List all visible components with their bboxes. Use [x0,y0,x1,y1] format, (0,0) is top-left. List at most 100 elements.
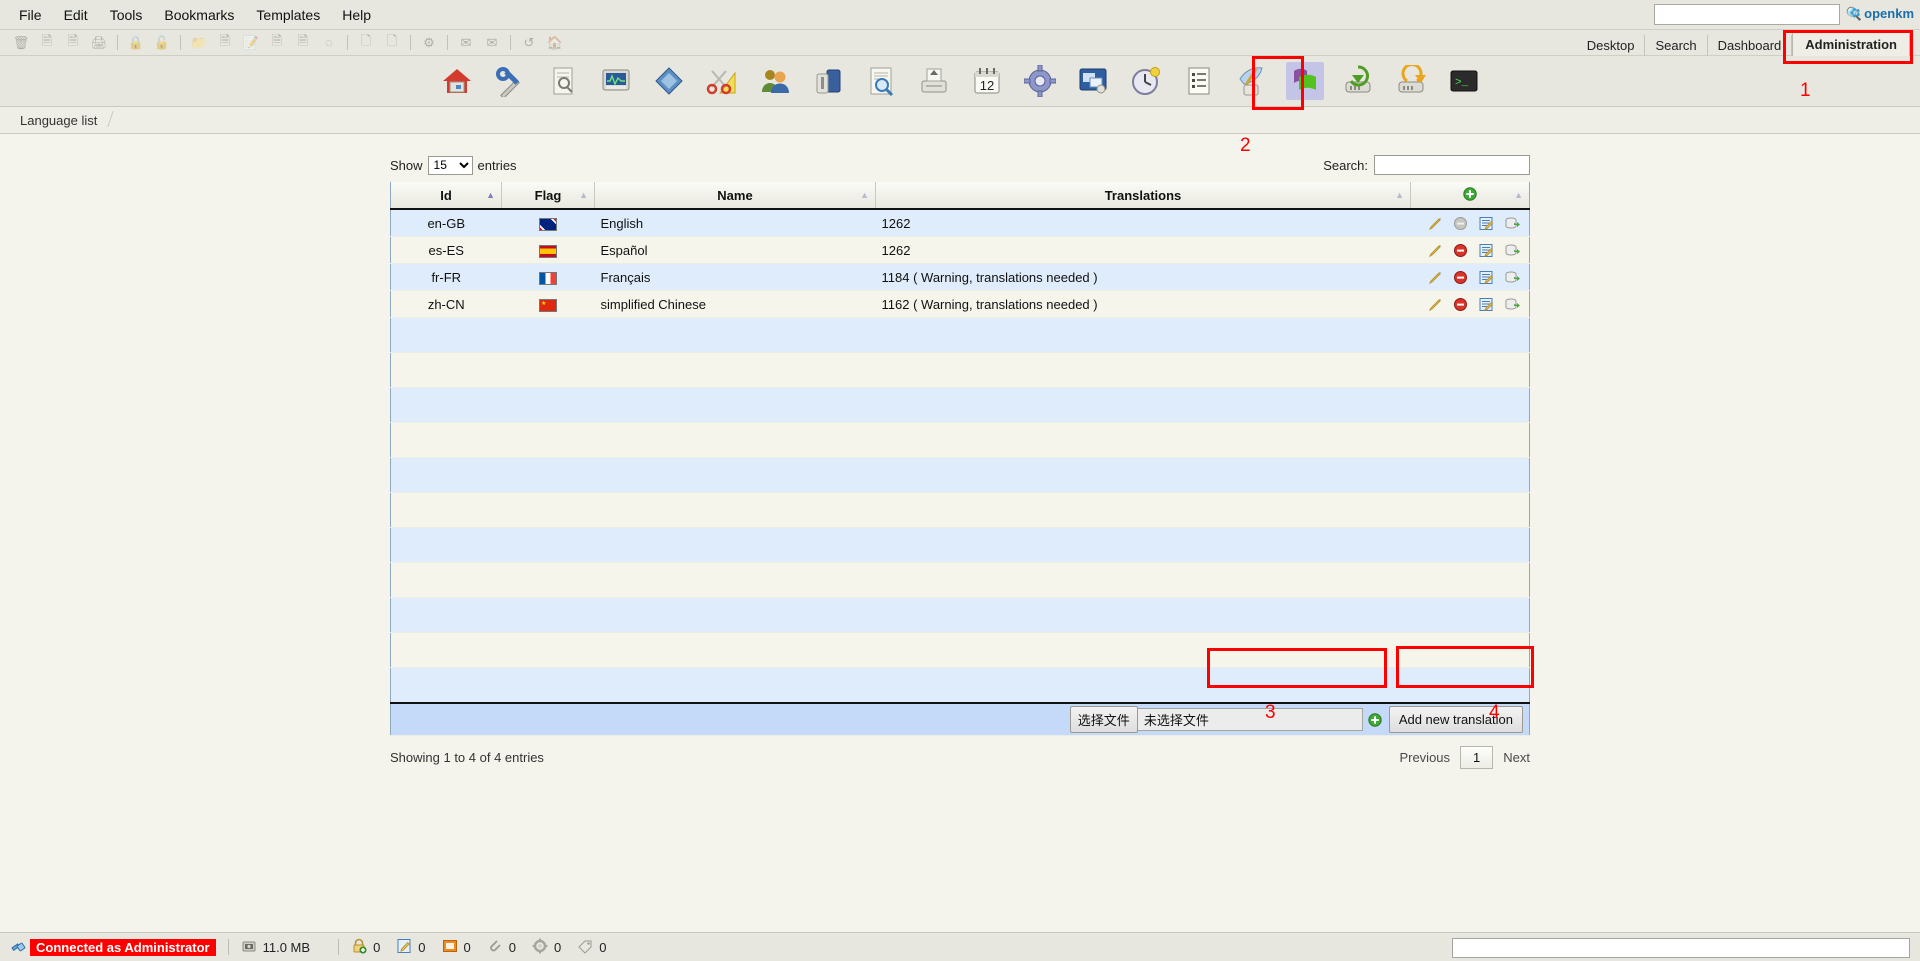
activity-monitor-icon[interactable] [597,62,635,100]
document-move-icon[interactable]: 🗎 [292,33,314,53]
edit-pencil-icon[interactable] [1424,215,1446,231]
table-row-empty [390,352,1530,388]
document-delete-icon[interactable]: ◌ [318,33,340,53]
menu-item-bookmarks[interactable]: Bookmarks [153,4,245,26]
edit-pencil-icon[interactable] [1424,296,1446,312]
config-gear-icon[interactable] [1021,62,1059,100]
users-group-icon[interactable] [756,62,794,100]
cell-name: Français [594,263,876,291]
settings-gear-icon[interactable]: ⚙ [418,33,440,53]
language-translation-icon[interactable] [1285,62,1324,100]
status-bar-input[interactable] [1452,938,1910,958]
column-header-translations[interactable]: Translations ▲ [875,182,1411,210]
search-folder-icon[interactable]: 🗑 [10,33,32,53]
record-remove-icon[interactable]: 🗋 [381,33,403,53]
calendar-icon[interactable]: 12 [968,62,1006,100]
menu-item-help[interactable]: Help [331,4,382,26]
home-icon[interactable] [438,62,476,100]
export-database-icon[interactable] [1501,269,1523,285]
document-add-icon[interactable]: 🗎 [214,33,236,53]
tools-icon[interactable] [491,62,529,100]
delete-icon[interactable] [1450,242,1472,258]
table-row[interactable]: en-GB English 1262 [390,209,1530,237]
subscribed-folders-icon [487,938,503,957]
edit-pencil-icon[interactable] [1424,242,1446,258]
translate-edit-icon[interactable] [1475,215,1497,231]
database-import-icon[interactable] [1339,62,1377,100]
page-tab-bar: Language list [0,107,1920,134]
column-header-flag[interactable]: Flag ▲ [501,182,595,210]
reports-icon[interactable] [915,62,953,100]
table-row[interactable]: es-ES Español 1262 [390,236,1530,264]
lock-remove-icon[interactable]: 🔓 [151,33,173,53]
menu-item-templates[interactable]: Templates [245,4,331,26]
workflow-icon[interactable] [1074,62,1112,100]
tab-desktop[interactable]: Desktop [1577,35,1646,57]
datatable-search-input[interactable] [1374,155,1530,175]
china-flag-icon: ★ [539,298,557,312]
translate-edit-icon[interactable] [1475,242,1497,258]
mime-types-icon[interactable] [650,62,688,100]
edit-pencil-icon[interactable] [1424,269,1446,285]
table-row[interactable]: fr-FR Français 1184 ( Warning, translati… [390,263,1530,291]
cell-translations: 1262 [875,236,1411,264]
tab-dashboard[interactable]: Dashboard [1708,35,1793,57]
profiles-icon[interactable] [809,62,847,100]
document-download-icon[interactable]: 🗎 [36,33,58,53]
column-header-name[interactable]: Name ▲ [594,182,876,210]
global-search-input[interactable] [1654,4,1840,25]
tab-language-list[interactable]: Language list [14,109,113,132]
document-properties-icon[interactable] [544,62,582,100]
menu-item-edit[interactable]: Edit [53,4,99,26]
toolbar-separator [447,35,448,50]
pagination-next[interactable]: Next [1503,750,1530,765]
refresh-icon[interactable]: ↺ [518,33,540,53]
lock-add-icon[interactable]: 🔒 [125,33,147,53]
add-circle-icon[interactable] [1368,712,1382,727]
export-database-icon[interactable] [1501,242,1523,258]
search-label: Search: [1323,157,1368,173]
record-add-icon[interactable]: 🗋 [355,33,377,53]
document-copy-icon[interactable]: 🗎 [266,33,288,53]
uk-flag-icon [539,217,557,231]
document-edit-icon[interactable]: 📝 [240,33,262,53]
column-header-id[interactable]: Id ▲ [390,182,502,210]
log-list-icon[interactable] [1180,62,1218,100]
status-separator [338,939,340,955]
cell-flag: ★ [501,290,595,318]
folder-add-icon[interactable]: 📁 [188,33,210,53]
choose-file-button[interactable]: 选择文件 [1069,706,1138,733]
delete-icon[interactable] [1450,269,1472,285]
add-new-translation-button[interactable]: Add new translation [1388,706,1523,733]
console-terminal-icon[interactable]: >_ [1445,62,1483,100]
pagination-previous[interactable]: Previous [1399,750,1450,765]
column-header-actions[interactable]: ▲ [1410,182,1530,210]
pagination-page-1[interactable]: 1 [1460,746,1494,769]
cell-name: simplified Chinese [594,290,876,318]
subscribed-folders-counter: 0 [487,938,516,957]
export-database-icon[interactable] [1501,296,1523,312]
home-icon[interactable]: 🏠 [544,33,566,53]
delete-icon[interactable] [1450,296,1472,312]
translate-edit-icon[interactable] [1475,269,1497,285]
tab-search[interactable]: Search [1645,35,1708,57]
page-length-select[interactable]: 15 25 50 100 [427,155,473,175]
file-name-field[interactable]: 未选择文件 [1137,708,1363,731]
inkwell-quill-icon[interactable] [1233,62,1271,100]
pdf-export-icon[interactable]: 🗎 [62,33,84,53]
menu-item-file[interactable]: File [8,4,53,26]
scissors-ruler-icon[interactable] [703,62,741,100]
database-export-icon[interactable] [1392,62,1430,100]
tab-administration[interactable]: Administration [1792,32,1910,57]
document-search-icon[interactable] [862,62,900,100]
mail-add-icon[interactable]: ✉ [455,33,477,53]
mail-remove-icon[interactable]: ✉ [481,33,503,53]
print-icon[interactable]: 🖨 [88,33,110,53]
table-row[interactable]: zh-CN ★ simplified Chinese 1162 ( Warnin… [390,290,1530,318]
export-database-icon[interactable] [1501,215,1523,231]
add-circle-icon[interactable] [1463,186,1477,204]
tags-counter: 0 [577,938,606,957]
menu-item-tools[interactable]: Tools [99,4,154,26]
cron-clock-icon[interactable] [1127,62,1165,100]
translate-edit-icon[interactable] [1475,296,1497,312]
